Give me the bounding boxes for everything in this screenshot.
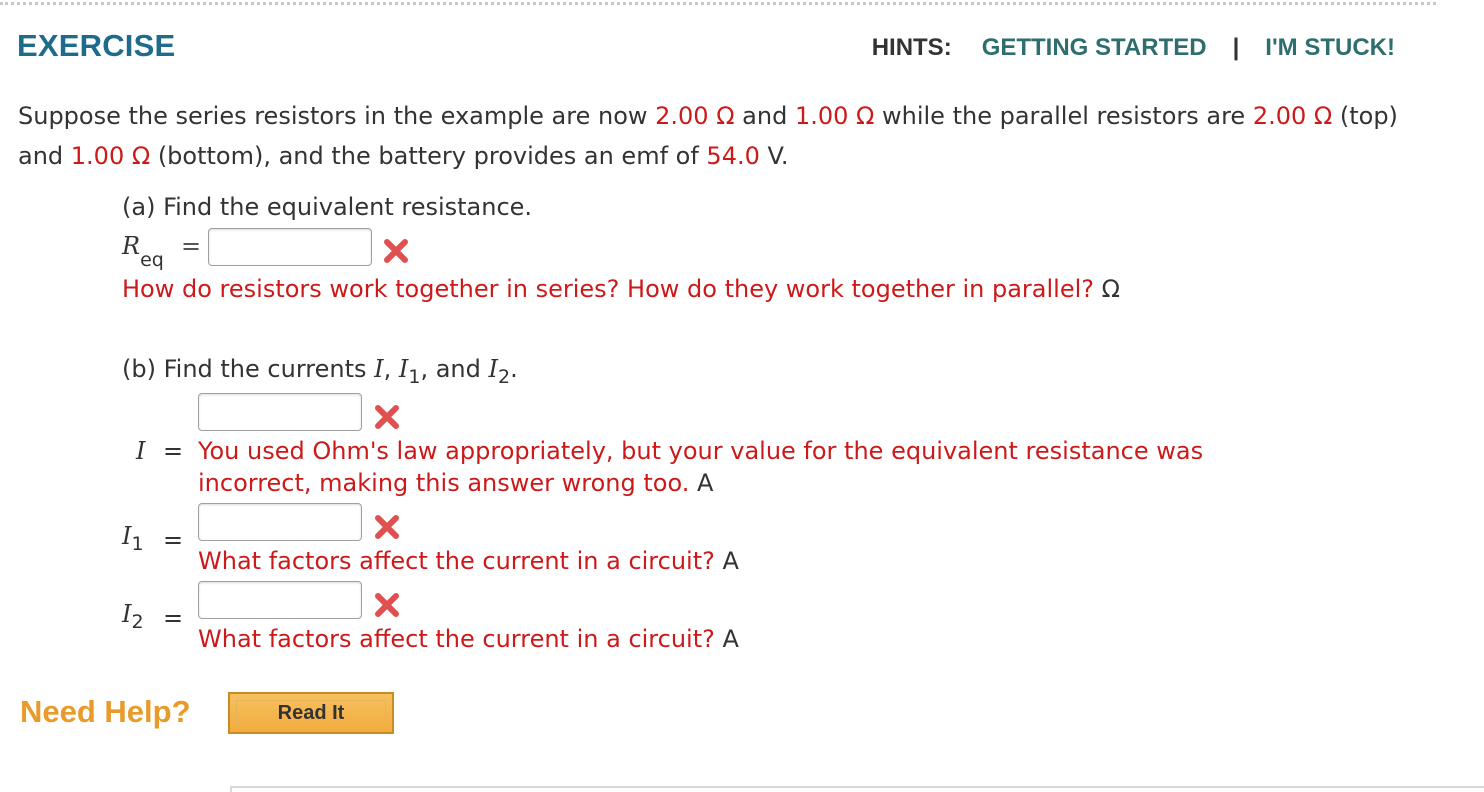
question-text-segment: and [734,102,795,130]
part-b-prompt: (b) Find the currents I, I1, and I2. [122,355,518,388]
current-i1-equals: = [163,526,184,554]
question-text-segment: Suppose the series resistors in the exam… [18,102,656,130]
incorrect-x-icon [375,405,399,429]
feedback-text: What factors affect the current in a cir… [198,547,715,575]
feedback-line-2: incorrect, making this answer wrong too. [198,469,690,497]
need-help-label: Need Help? [20,694,191,729]
current-i1-feedback: What factors affect the current in a cir… [198,545,739,577]
current-i2-equals: = [163,604,184,632]
req-equals: = [181,232,202,260]
emf-value: 54.0 [706,142,760,170]
feedback-text: How do resistors work together in series… [122,275,1095,303]
feedback-text: What factors affect the current in a cir… [198,625,715,653]
req-input[interactable] [208,228,372,266]
page-title: EXERCISE [17,28,176,63]
part-b-prompt-text: (b) Find the currents [122,355,375,383]
current-i1-input[interactable] [198,503,362,541]
var-i1-subscript: 1 [408,365,421,388]
question-text-segment: while the parallel resistors are [874,102,1253,130]
var-i: I [374,355,384,383]
parallel-resistor-top-value: 2.00 Ω [1252,102,1333,130]
current-i2-input[interactable] [198,581,362,619]
incorrect-x-icon [375,593,399,617]
question-text-segment: (bottom), and the battery provides an em… [150,142,707,170]
part-b-prompt-text: , [383,355,399,383]
incorrect-x-icon [384,239,408,263]
hints-separator: | [1232,34,1240,61]
current-i-symbol: I [136,437,146,465]
question-text: Suppose the series resistors in the exam… [18,96,1438,176]
part-b-prompt-text: , and [420,355,489,383]
bottom-panel-edge [230,786,1484,792]
getting-started-link[interactable]: GETTING STARTED [982,34,1207,62]
part-b-prompt-text: . [510,355,518,383]
part-a-prompt: (a) Find the equivalent resistance. [122,193,533,221]
current-i-label: I [136,437,145,465]
req-subscript: eq [140,248,164,271]
var-i2-subscript: 2 [497,365,511,388]
unit-ampere: A [722,625,739,653]
top-dotted-divider [0,2,1436,5]
incorrect-x-icon [375,515,399,539]
part-a-feedback: How do resistors work together in series… [122,273,1120,305]
current-i1-subscript: 1 [131,532,144,555]
series-resistor-1-value: 2.00 Ω [655,102,735,130]
current-i-equals: = [163,437,184,465]
unit-ampere: A [722,547,739,575]
current-i2-label: I2 [122,600,144,633]
req-label: Req [122,232,164,271]
req-symbol: R [122,232,141,260]
var-i2: I [488,355,498,383]
current-i2-feedback: What factors affect the current in a cir… [198,623,739,655]
hints-label: HINTS: [871,34,952,61]
current-i-feedback: You used Ohm's law appropriately, but yo… [198,435,1398,499]
im-stuck-link[interactable]: I'M STUCK! [1265,34,1395,62]
read-it-button[interactable]: Read It [228,692,394,734]
current-i2-subscript: 2 [131,610,144,633]
read-it-label: Read It [277,701,345,724]
feedback-line-1: You used Ohm's law appropriately, but yo… [198,437,1204,465]
current-i-input[interactable] [198,393,362,431]
series-resistor-2-value: 1.00 Ω [794,102,875,130]
unit-ampere: A [696,469,714,497]
unit-ohm: Ω [1101,275,1120,303]
parallel-resistor-bottom-value: 1.00 Ω [70,142,151,170]
hints-bar: HINTS: GETTING STARTED | I'M STUCK! [872,34,1395,62]
question-text-segment: V. [759,142,789,170]
current-i1-label: I1 [122,522,144,555]
var-i1: I [398,355,409,383]
